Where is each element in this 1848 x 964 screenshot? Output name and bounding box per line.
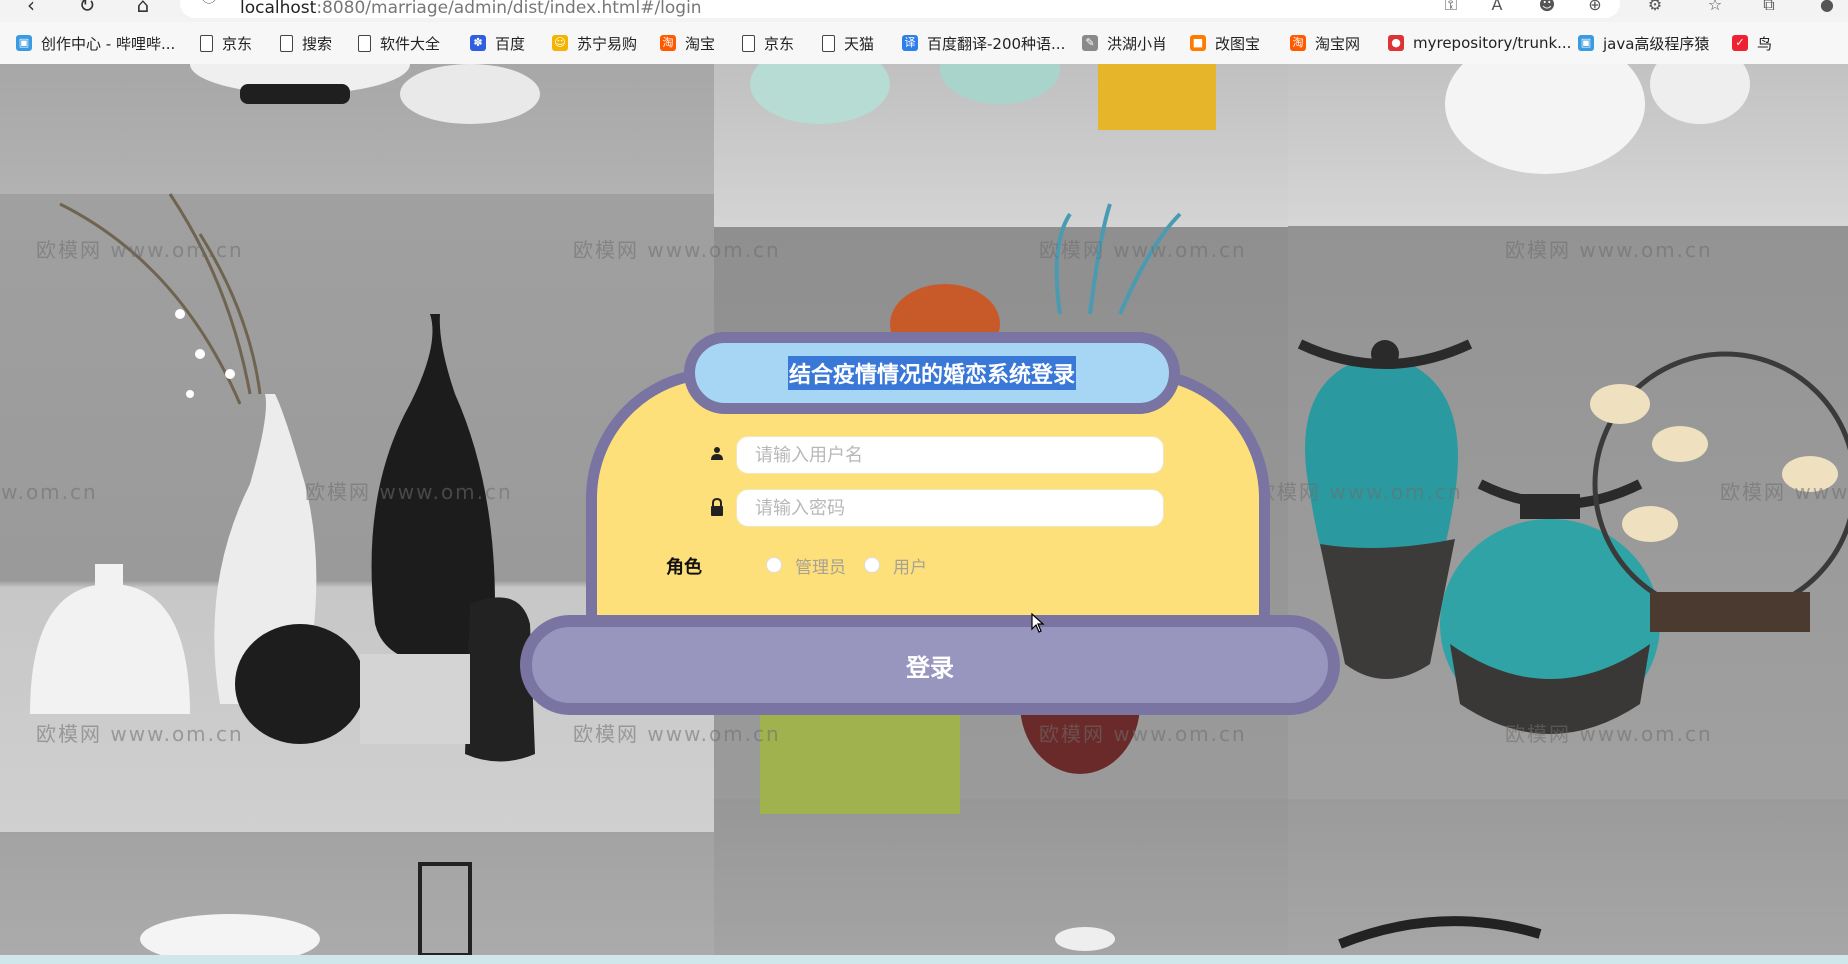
watermark: 欧模网 www.om.cn [1720,480,1848,504]
bookmark-label: 鸟 [1757,34,1773,53]
bookmark-item[interactable]: ✓ 鸟 [1732,31,1772,55]
password-input[interactable] [736,489,1164,527]
bookmark-label: 改图宝 [1215,34,1261,53]
bookmark-item[interactable]: ● myrepository/trunk... [1388,31,1571,55]
watermark: 欧模网 www.om.cn [305,480,513,504]
bookmark-item[interactable]: 京东 [200,31,252,55]
page-icon [200,34,213,52]
login-button[interactable]: 登录 [520,615,1340,715]
watermark: 欧模网 www.om.cn [1505,722,1713,746]
address-bar[interactable]: ⓘ localhost:8080/marriage/admin/dist/ind… [180,0,1620,18]
bookmark-item[interactable]: 译百度翻译-200种语... [902,31,1065,55]
bookmark-label: 淘宝 [685,34,716,53]
watermark: 欧模网 www.om.cn [36,238,244,262]
bookmark-label: 搜索 [302,34,333,53]
reload-icon[interactable]: ↻ [74,0,100,18]
role-option-user-label[interactable]: 用户 [893,553,927,578]
profile-icon[interactable]: ● [1816,0,1838,16]
bookmark-item[interactable]: 搜索 [280,31,332,55]
home-icon[interactable]: ⌂ [130,0,156,18]
username-input[interactable] [736,436,1164,474]
bookmark-item[interactable]: 淘淘宝网 [1290,31,1360,55]
bookmark-label: 洪湖小肖 [1107,34,1168,53]
bilibili-icon: ▣ [1578,35,1594,51]
mouse-cursor-icon [1031,612,1045,637]
bookmark-label: 苏宁易购 [577,34,638,53]
collections-icon[interactable]: ⧉ [1758,0,1780,16]
settings-icon[interactable]: ⚙ [1644,0,1666,16]
bookmark-item[interactable]: 软件大全 [358,31,440,55]
bookmark-item[interactable]: ✎ 洪湖小肖 [1082,31,1167,55]
bookmark-label: 百度 [495,34,526,53]
bookmark-label: java高级程序猿 [1603,34,1710,53]
page-icon [742,34,755,52]
status-strip [0,955,1848,964]
info-icon[interactable]: ⓘ [198,0,220,8]
chrome-icon: ● [1388,35,1404,51]
bookmark-item[interactable]: ▣ 创作中心 - 哔哩哔... [16,31,175,55]
role-label: 角色 [666,557,702,578]
bookmark-label: 天猫 [844,34,875,53]
user-icon [708,446,726,464]
url-text: localhost:8080/marriage/admin/dist/index… [240,0,702,18]
browser-toolbar: ‹ ↻ ⌂ ⓘ localhost:8080/marriage/admin/di… [0,0,1848,22]
bookmark-item[interactable]: 淘淘宝 [660,31,715,55]
back-icon[interactable]: ‹ [18,0,44,18]
feather-icon: ✎ [1082,35,1098,51]
bookmark-label: 淘宝网 [1315,34,1361,53]
bookmark-item[interactable]: 天猫 [822,31,874,55]
bookmark-label: myrepository/trunk... [1413,34,1572,52]
login-title: 结合疫情情况的婚恋系统登录 [787,356,1076,390]
extension-icon[interactable]: ☻ [1536,0,1558,16]
bookmark-item[interactable]: ▣ java高级程序猿 [1578,31,1709,55]
lock-icon [708,497,726,516]
bookmark-label: 百度翻译-200种语... [927,34,1066,53]
role-radio-user[interactable] [864,557,880,573]
bookmark-item[interactable]: ☺ 苏宁易购 [552,31,637,55]
key-icon[interactable]: ⚿ [1440,0,1462,16]
page-icon [280,34,293,52]
bilibili-icon: ▣ [16,35,32,51]
bird-icon: ✓ [1732,35,1748,51]
login-title-banner: 结合疫情情况的婚恋系统登录 [684,332,1180,414]
tab-add-icon[interactable]: ⊕ [1584,0,1606,16]
bookmarks-bar: ▣ 创作中心 - 哔哩哔... 京东 搜索 软件大全 ✽ 百度 ☺ 苏宁易购淘淘宝 京东 天猫译百度… [0,22,1848,65]
watermark: 欧模网 www.om.cn [1255,480,1463,504]
watermark: 欧模网 www.om.cn [573,238,781,262]
taobao-icon: 淘 [1290,35,1306,51]
role-radio-admin[interactable] [766,557,782,573]
reader-icon[interactable]: A [1486,0,1508,16]
role-option-admin-label[interactable]: 管理员 [795,553,846,578]
watermark: 欧模网 www.om.cn [573,722,781,746]
bookmark-item[interactable]: 京东 [742,31,794,55]
login-button-label: 登录 [906,653,954,682]
gaitubao-icon: ■ [1190,35,1206,51]
watermark: 欧模网 www.om.cn [1039,238,1247,262]
bookmark-label: 京东 [764,34,795,53]
bookmark-label: 京东 [222,34,253,53]
page-icon [358,34,371,52]
baidu-icon: ✽ [470,35,486,51]
bookmark-item[interactable]: ■ 改图宝 [1190,31,1260,55]
taobao-icon: 淘 [660,35,676,51]
bookmark-item[interactable]: ✽ 百度 [470,31,525,55]
bookmark-label: 创作中心 - 哔哩哔... [41,34,176,53]
watermark: 欧模网 www.om.cn [0,480,98,504]
suning-icon: ☺ [552,35,568,51]
favorites-icon[interactable]: ☆ [1704,0,1726,16]
watermark: 欧模网 www.om.cn [36,722,244,746]
baidu-translate-icon: 译 [902,35,918,51]
watermark: 欧模网 www.om.cn [1505,238,1713,262]
page-icon [822,34,835,52]
bookmark-label: 软件大全 [380,34,441,53]
watermark: 欧模网 www.om.cn [1039,722,1247,746]
